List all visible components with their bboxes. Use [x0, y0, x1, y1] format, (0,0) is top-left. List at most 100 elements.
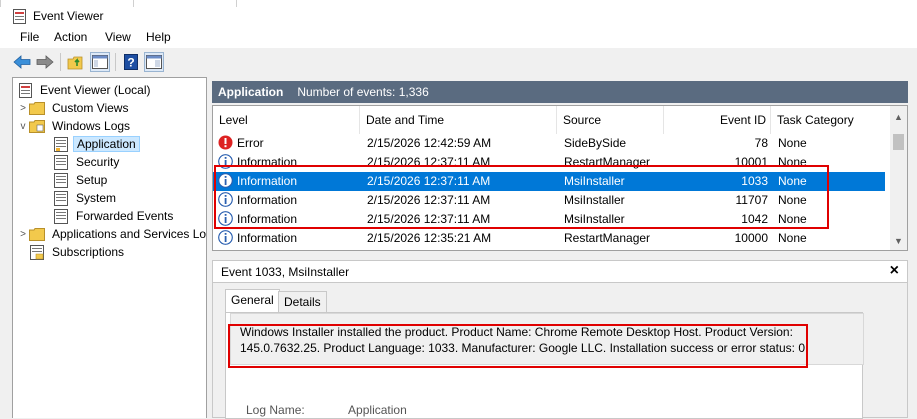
- tab-general[interactable]: General: [225, 289, 280, 313]
- console-tree-button[interactable]: [90, 52, 110, 72]
- source-cell: MsiInstaller: [564, 193, 625, 207]
- source-cell: MsiInstaller: [564, 212, 625, 226]
- pane-scrollbar[interactable]: [911, 77, 917, 418]
- tab-details[interactable]: Details: [278, 291, 327, 313]
- log-icon: [53, 136, 69, 152]
- tree-item-forwarded-events[interactable]: Forwarded Events: [53, 207, 176, 225]
- subscriptions-icon: [29, 244, 45, 260]
- menu-view[interactable]: View: [105, 30, 131, 44]
- level-cell: Information: [237, 174, 298, 188]
- date-time-cell: 2/15/2026 12:35:21 AM: [367, 231, 492, 245]
- level-cell: Information: [237, 155, 298, 169]
- tree-item-label: Event Viewer (Local): [40, 83, 151, 97]
- level-cell: Information: [237, 193, 298, 207]
- scroll-thumb[interactable]: [893, 134, 904, 150]
- task-category-cell: None: [778, 193, 807, 207]
- tree-item-setup[interactable]: Setup: [53, 171, 110, 189]
- table-row[interactable]: Information 2/15/2026 12:35:21 AM Restar…: [213, 229, 885, 248]
- description-line: 145.0.7632.25. Product Language: 1033. M…: [240, 341, 809, 355]
- task-category-cell: None: [778, 212, 807, 226]
- log-icon: [53, 208, 69, 224]
- table-row[interactable]: Information 2/15/2026 12:37:11 AM Restar…: [213, 153, 885, 172]
- event-detail-pane: Event 1033, MsiInstaller × General Detai…: [212, 260, 908, 419]
- tree-item-windows-logs[interactable]: v Windows Logs: [17, 117, 133, 135]
- tree-item-subscriptions[interactable]: Subscriptions: [29, 243, 127, 261]
- chevron-down-icon[interactable]: v: [17, 121, 29, 132]
- event-viewer-icon: [17, 82, 33, 98]
- date-time-cell: 2/15/2026 12:37:11 AM: [367, 193, 491, 207]
- tree-item-event-viewer-local[interactable]: Event Viewer (Local): [17, 81, 154, 99]
- event-viewer-icon: [13, 9, 26, 24]
- tree-item-label: Application: [73, 136, 140, 152]
- folder-icon: [29, 100, 45, 116]
- table-row[interactable]: Error 2/15/2026 12:42:59 AM SideBySide 7…: [213, 134, 885, 153]
- show-hide-button[interactable]: [144, 52, 164, 72]
- tree-item-label: Security: [76, 155, 120, 169]
- menu-action[interactable]: Action: [54, 30, 87, 44]
- help-button[interactable]: ?: [121, 52, 141, 72]
- detail-title: Event 1033, MsiInstaller: [221, 265, 350, 279]
- close-icon[interactable]: ×: [890, 262, 899, 280]
- up-folder-button[interactable]: [66, 52, 86, 72]
- info-icon: [218, 192, 233, 207]
- event-id-cell: 78: [754, 136, 768, 150]
- task-category-cell: None: [778, 231, 807, 245]
- tree-item-label: System: [76, 191, 117, 205]
- menu-help[interactable]: Help: [146, 30, 171, 44]
- column-header-date-time[interactable]: Date and Time: [360, 106, 557, 134]
- table-row[interactable]: Information 2/15/2026 12:37:11 AM MsiIns…: [213, 210, 885, 229]
- help-icon: ?: [124, 54, 138, 70]
- task-category-cell: None: [778, 136, 807, 150]
- scroll-up-icon[interactable]: ▲: [894, 112, 903, 122]
- chevron-right-icon[interactable]: >: [17, 103, 29, 114]
- date-time-cell: 2/15/2026 12:37:11 AM: [367, 155, 491, 169]
- error-icon: [218, 135, 233, 150]
- tree-item-applications-and-services[interactable]: > Applications and Services Lo: [17, 225, 206, 243]
- info-icon: [218, 154, 233, 169]
- description-line: Windows Installer installed the product.…: [240, 325, 793, 339]
- log-title: Application: [218, 85, 284, 99]
- log-icon: [53, 172, 69, 188]
- menu-file[interactable]: File: [20, 30, 39, 44]
- log-name-label-text: Log Name:: [246, 403, 305, 417]
- console-tree: Event Viewer (Local) > Custom Views v Wi…: [12, 77, 207, 418]
- info-icon: [218, 173, 233, 188]
- chevron-right-icon[interactable]: >: [17, 229, 29, 240]
- tree-item-label: Forwarded Events: [76, 209, 174, 223]
- date-time-cell: 2/15/2026 12:37:11 AM: [367, 174, 491, 188]
- event-description[interactable]: Windows Installer installed the product.…: [230, 313, 864, 365]
- table-row[interactable]: Information 2/15/2026 12:37:11 AM MsiIns…: [213, 191, 885, 210]
- tree-item-custom-views[interactable]: > Custom Views: [17, 99, 131, 117]
- task-category-cell: None: [778, 155, 807, 169]
- tree-item-system[interactable]: System: [53, 189, 119, 207]
- event-list[interactable]: Level Date and Time Source Event ID Task…: [212, 105, 908, 251]
- table-row-selected[interactable]: Information 2/15/2026 12:37:11 AM MsiIns…: [213, 172, 885, 191]
- scroll-down-icon[interactable]: ▼: [894, 236, 903, 246]
- event-id-cell: 10001: [734, 155, 768, 169]
- column-header-event-id[interactable]: Event ID: [664, 106, 771, 134]
- tree-item-application[interactable]: Application: [53, 135, 140, 153]
- console-tree-icon: [92, 55, 108, 69]
- back-button[interactable]: [12, 52, 32, 72]
- forward-button[interactable]: [35, 52, 55, 72]
- main-pane: Application Number of events: 1,336 Leve…: [210, 77, 917, 419]
- tree-item-label: Setup: [76, 173, 108, 187]
- detail-header: Event 1033, MsiInstaller ×: [213, 261, 907, 283]
- task-category-cell: None: [778, 174, 807, 188]
- tree-item-security[interactable]: Security: [53, 153, 122, 171]
- log-name-value: Application: [348, 403, 407, 417]
- log-header: Application Number of events: 1,336: [212, 81, 908, 103]
- column-header-task-category[interactable]: Task Category: [771, 106, 885, 134]
- column-header-source[interactable]: Source: [557, 106, 664, 134]
- general-tab-body: Windows Installer installed the product.…: [225, 312, 864, 419]
- event-id-cell: 1033: [741, 174, 768, 188]
- tree-item-label: Custom Views: [52, 101, 129, 115]
- info-icon: [218, 230, 233, 245]
- title-bar: Event Viewer: [0, 0, 917, 28]
- menu-bar: File Action View Help: [0, 28, 917, 48]
- level-cell: Information: [237, 212, 298, 226]
- toolbar-divider: [115, 53, 116, 71]
- column-header-level[interactable]: Level: [213, 106, 360, 134]
- back-icon: [13, 55, 31, 69]
- vertical-scrollbar[interactable]: ▲ ▼: [890, 106, 907, 250]
